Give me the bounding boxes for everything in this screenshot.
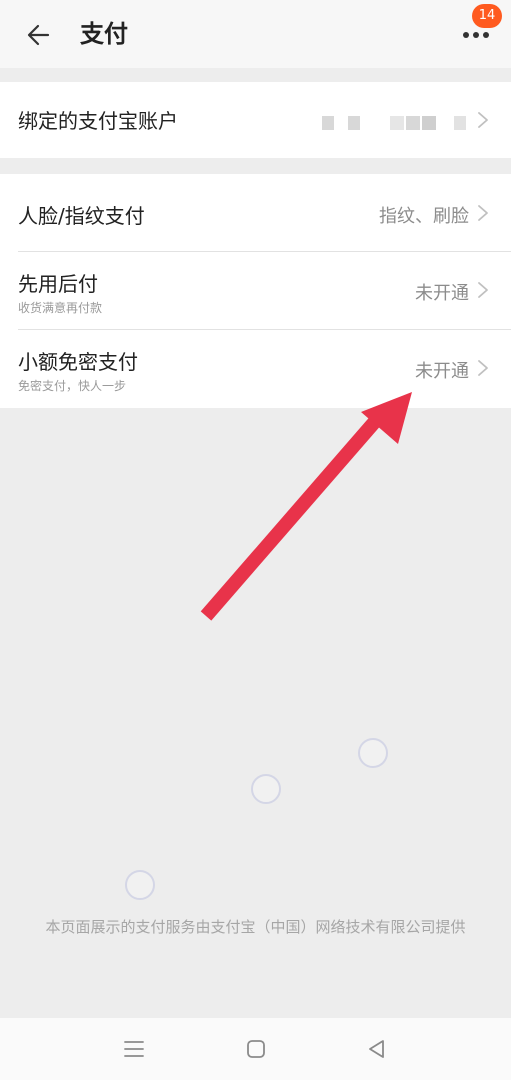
back-button[interactable] (22, 18, 56, 52)
touch-indicator (251, 774, 281, 804)
alipay-account-row[interactable]: 绑定的支付宝账户 (0, 82, 511, 158)
menu-icon (124, 1041, 144, 1057)
face-fingerprint-pay-value: 指纹、刷脸 (379, 206, 469, 227)
menu-button[interactable] (121, 1036, 147, 1062)
back-nav-button[interactable] (364, 1036, 390, 1062)
pay-later-label: 先用后付 (18, 272, 98, 296)
face-fingerprint-pay-label: 人脸/指纹支付 (18, 204, 145, 228)
page-title: 支付 (80, 20, 128, 48)
touch-indicator (358, 738, 388, 768)
face-fingerprint-pay-row[interactable]: 人脸/指纹支付 指纹、刷脸 (0, 174, 511, 252)
password-free-pay-value: 未开通 (415, 361, 469, 382)
home-square-icon (247, 1040, 265, 1058)
password-free-pay-subtitle: 免密支付，快人一步 (18, 379, 127, 393)
home-button[interactable] (243, 1036, 269, 1062)
chevron-right-icon (478, 205, 488, 221)
touch-indicator (125, 870, 155, 900)
notification-badge: 14 (472, 4, 502, 28)
password-free-pay-label: 小额免密支付 (18, 350, 138, 374)
password-free-pay-row[interactable]: 小额免密支付 免密支付，快人一步 未开通 (0, 330, 511, 408)
back-triangle-icon (369, 1040, 384, 1058)
payment-settings-card: 人脸/指纹支付 指纹、刷脸 先用后付 收货满意再付款 未开通 小额免密支付 免密… (0, 174, 511, 408)
chevron-right-icon (478, 112, 488, 128)
top-bar: 支付 14 (0, 0, 511, 68)
chevron-right-icon (478, 282, 488, 298)
system-navbar (0, 1018, 511, 1080)
pay-later-subtitle: 收货满意再付款 (18, 301, 103, 315)
pay-later-row[interactable]: 先用后付 收货满意再付款 未开通 (0, 252, 511, 330)
pay-later-value: 未开通 (415, 283, 469, 304)
arrow-left-icon (27, 24, 50, 46)
service-provider-note: 本页面展示的支付服务由支付宝（中国）网络技术有限公司提供 (45, 918, 466, 936)
alipay-account-label: 绑定的支付宝账户 (18, 109, 178, 133)
chevron-right-icon (478, 360, 488, 376)
